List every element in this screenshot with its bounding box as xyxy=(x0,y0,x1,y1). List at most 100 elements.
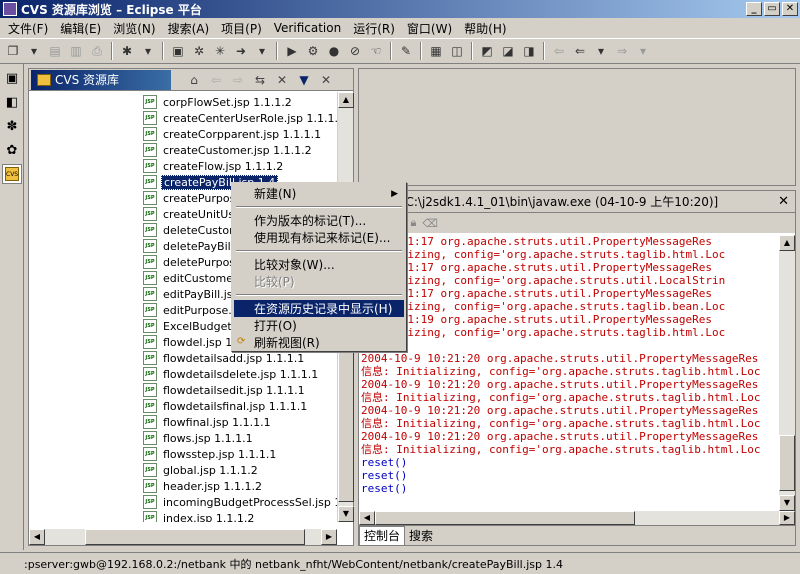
tab-search[interactable]: 搜索 xyxy=(405,527,437,544)
clear-console-icon[interactable]: ⌫ xyxy=(422,217,438,230)
forward-icon[interactable]: ⇒ xyxy=(613,42,631,60)
collapse-all-icon[interactable]: ✕ xyxy=(273,71,291,89)
scroll-left-icon[interactable]: ◀ xyxy=(359,511,375,525)
scroll-thumb[interactable] xyxy=(85,529,305,545)
tree-file-item[interactable]: JSP editCustomer xyxy=(143,270,240,286)
print-icon[interactable]: ⎙ xyxy=(88,42,106,60)
scroll-up-icon[interactable]: ▲ xyxy=(779,235,795,251)
dropdown-arrow-icon[interactable]: ▾ xyxy=(139,42,157,60)
run-icon[interactable]: ➜ xyxy=(232,42,250,60)
disconnect-icon[interactable]: ⊘ xyxy=(346,42,364,60)
resource-perspective-icon[interactable]: ◧ xyxy=(2,92,22,112)
scroll-up-icon[interactable]: ▲ xyxy=(338,92,354,108)
step-icon[interactable]: ☜ xyxy=(367,42,385,60)
scroll-right-icon[interactable]: ▶ xyxy=(779,511,795,525)
menu-window[interactable]: 窗口(W) xyxy=(401,20,458,37)
context-menu-item[interactable]: 使用现有标记来标记(E)... xyxy=(234,229,404,246)
console-vscroll[interactable]: ▲ ▼ xyxy=(779,235,795,511)
console-output[interactable]: -9 10:21:17 org.apache.struts.util.Prope… xyxy=(359,235,779,511)
tree-file-item[interactable]: JSP flowfinal.jsp 1.1.1.1 xyxy=(143,414,273,430)
close-button[interactable]: ✕ xyxy=(782,2,798,16)
scroll-thumb[interactable] xyxy=(375,511,635,525)
close-view-icon[interactable]: ✕ xyxy=(778,194,789,209)
last-edit-icon[interactable]: ◨ xyxy=(520,42,538,60)
debug-icon[interactable]: ✱ xyxy=(118,42,136,60)
debug-perspective-icon[interactable]: ✽ xyxy=(2,116,22,136)
context-menu-item[interactable]: 打开(O) xyxy=(234,317,404,334)
minimize-button[interactable]: _ xyxy=(746,2,762,16)
java-perspective-icon[interactable]: ✿ xyxy=(2,140,22,160)
menu-edit[interactable]: 编辑(E) xyxy=(54,20,107,37)
tree-file-item[interactable]: JSP flowsstep.jsp 1.1.1.1 xyxy=(143,446,278,462)
suspend-icon[interactable]: ⚙ xyxy=(304,42,322,60)
console-hscroll[interactable]: ◀ ▶ xyxy=(359,511,795,525)
tree-file-item[interactable]: JSP editPayBill.jsp xyxy=(143,286,242,302)
cvs-icon[interactable]: ◫ xyxy=(448,42,466,60)
back-icon[interactable]: ⇦ xyxy=(207,71,225,89)
home-icon[interactable]: ⌂ xyxy=(185,71,203,89)
tree-file-item[interactable]: JSP flowdetailsfinal.jsp 1.1.1.1 xyxy=(143,398,309,414)
open-perspective-icon[interactable]: ▣ xyxy=(2,68,22,88)
horizontal-scrollbar[interactable]: ◀ ▶ xyxy=(29,529,337,545)
tree-file-item[interactable]: JSP ExcelBudgetP xyxy=(143,318,240,334)
tree-file-item[interactable]: JSP flowdetailsedit.jsp 1.1.1.1 xyxy=(143,382,307,398)
terminate-icon[interactable]: ● xyxy=(325,42,343,60)
tree-file-item[interactable]: JSP corpFlowSet.jsp 1.1.1.2 xyxy=(143,94,294,110)
tree-file-item[interactable]: JSP flowdetailsdelete.jsp 1.1.1.1 xyxy=(143,366,320,382)
scroll-thumb[interactable] xyxy=(779,435,795,491)
tree-file-item[interactable]: JSP global.jsp 1.1.1.2 xyxy=(143,462,260,478)
tab-console[interactable]: 控制台 xyxy=(359,526,406,545)
menu-search[interactable]: 搜索(A) xyxy=(162,20,216,37)
menu-navigate[interactable]: 浏览(N) xyxy=(107,20,161,37)
forward-icon[interactable]: ⇨ xyxy=(229,71,247,89)
prev-annotation-icon[interactable]: ◩ xyxy=(478,42,496,60)
tree-file-item[interactable]: JSP incomingBudgetProcessSel.jsp 1.1.1 xyxy=(143,494,337,510)
dropdown-arrow-icon[interactable]: ▾ xyxy=(592,42,610,60)
context-menu-item[interactable]: 新建(N) ▶ xyxy=(234,185,404,202)
next-annotation-icon[interactable]: ◪ xyxy=(499,42,517,60)
menu-verification[interactable]: Verification xyxy=(268,21,347,35)
menu-file[interactable]: 文件(F) xyxy=(2,20,54,37)
save-all-icon[interactable]: ▥ xyxy=(67,42,85,60)
tree-file-item[interactable]: JSP createPurpose xyxy=(143,190,244,206)
dropdown-arrow-icon[interactable]: ▾ xyxy=(634,42,652,60)
lock-icon[interactable]: 🔒︎ xyxy=(411,216,417,230)
tree-file-item[interactable]: JSP deletePayBill.j xyxy=(143,238,242,254)
pencil-icon[interactable]: ✎ xyxy=(397,42,415,60)
menu-project[interactable]: 项目(P) xyxy=(215,20,268,37)
tree-file-item[interactable]: JSP createCorpparent.jsp 1.1.1.1 xyxy=(143,126,323,142)
tree-file-item[interactable]: JSP createFlow.jsp 1.1.1.2 xyxy=(143,158,285,174)
tree-file-item[interactable]: JSP createCenterUserRole.jsp 1.1.1.2 xyxy=(143,110,337,126)
tree-file-item[interactable]: JSP editPurpose.js xyxy=(143,302,243,318)
maximize-button[interactable]: ▭ xyxy=(764,2,780,16)
tree-file-item[interactable]: JSP flows.jsp 1.1.1.1 xyxy=(143,430,255,446)
view-tab[interactable]: CVS 资源库 xyxy=(31,69,171,90)
context-menu-item[interactable]: 作为版本的标记(T)... xyxy=(234,212,404,229)
link-icon[interactable]: ⇆ xyxy=(251,71,269,89)
bug-run-icon[interactable]: ✳ xyxy=(211,42,229,60)
tree-file-item[interactable]: JSP deletePurpose xyxy=(143,254,244,270)
tree-file-item[interactable]: JSP createCustomer.jsp 1.1.1.2 xyxy=(143,142,314,158)
bug-icon[interactable]: ✲ xyxy=(190,42,208,60)
menu-run[interactable]: 运行(R) xyxy=(347,20,401,37)
context-menu-item[interactable]: 比较对象(W)... xyxy=(234,256,404,273)
scroll-down-icon[interactable]: ▼ xyxy=(338,506,354,522)
back-edit-icon[interactable]: ⇦ xyxy=(550,42,568,60)
tree-file-item[interactable]: JSP flowdetailsadd.jsp 1.1.1.1 xyxy=(143,350,306,366)
open-type-icon[interactable]: ▣ xyxy=(169,42,187,60)
back-icon[interactable]: ⇐ xyxy=(571,42,589,60)
new-icon[interactable]: ❐ xyxy=(4,42,22,60)
tree-file-item[interactable]: JSP createUnitUse xyxy=(143,206,243,222)
menu-help[interactable]: 帮助(H) xyxy=(458,20,512,37)
dropdown-arrow-icon[interactable]: ▾ xyxy=(253,42,271,60)
context-menu-item[interactable]: 在资源历史记录中显示(H) xyxy=(234,300,404,317)
tree-file-item[interactable]: JSP header.jsp 1.1.1.2 xyxy=(143,478,264,494)
view-menu-icon[interactable]: ▼ xyxy=(295,71,313,89)
cvs-perspective-icon[interactable]: CVS xyxy=(2,164,22,184)
close-view-icon[interactable]: ✕ xyxy=(317,71,335,89)
scroll-down-icon[interactable]: ▼ xyxy=(779,495,795,511)
resume-icon[interactable]: ▶ xyxy=(283,42,301,60)
dropdown-arrow-icon[interactable]: ▾ xyxy=(25,42,43,60)
tree-file-item[interactable]: JSP index.jsp 1.1.1.2 xyxy=(143,510,256,522)
save-icon[interactable]: ▤ xyxy=(46,42,64,60)
